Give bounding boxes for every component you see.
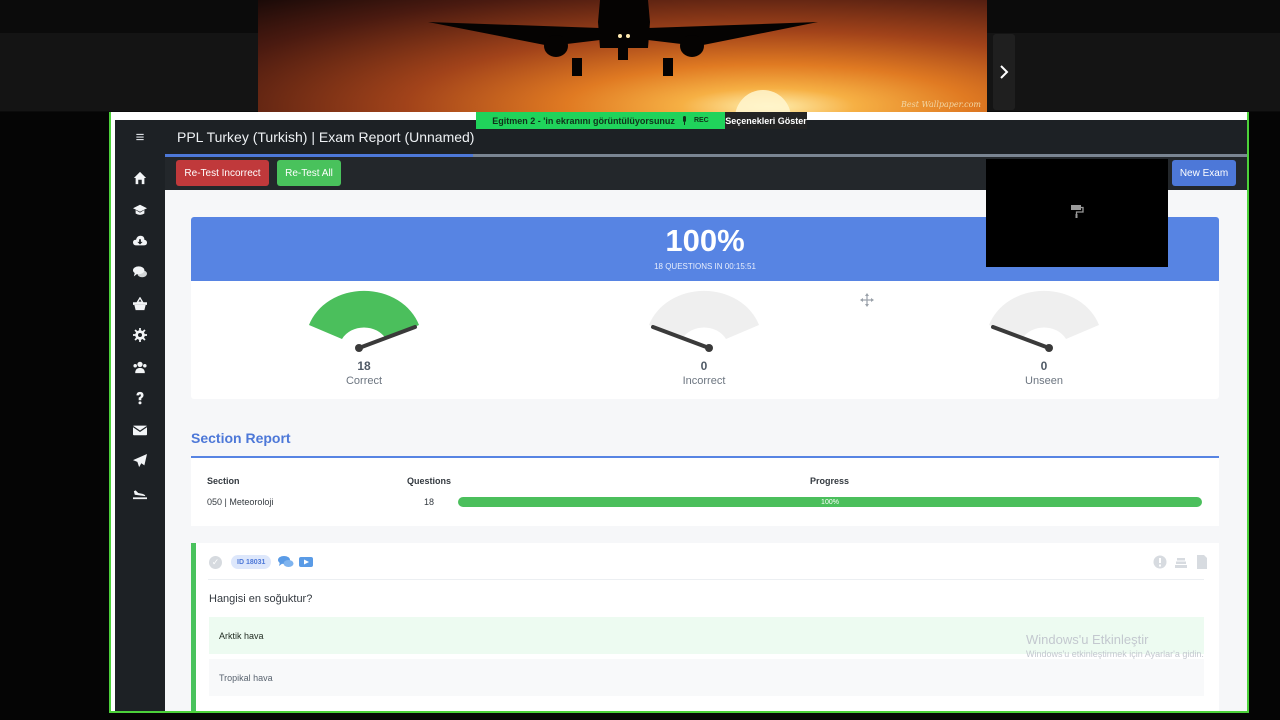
- section-cell: 050 | Meteoroloji: [207, 497, 274, 507]
- question-card: ✓ ID 18031 Hangisi en soğuktur? Arktik h…: [191, 543, 1219, 711]
- page-title: PPL Turkey (Turkish) | Exam Report (Unna…: [177, 129, 475, 145]
- question-icon[interactable]: [115, 388, 165, 408]
- participant-video-tile[interactable]: [986, 159, 1168, 267]
- microphone-icon: [682, 116, 686, 125]
- sidebar: ≡: [115, 120, 165, 711]
- progress-column-header: Progress: [810, 476, 850, 486]
- graduation-cap-icon[interactable]: [115, 200, 165, 220]
- chevron-right-icon: [1000, 65, 1009, 79]
- comments-icon[interactable]: [115, 262, 165, 282]
- gauge-correct-label: Correct: [345, 375, 383, 387]
- move-cursor-icon: [860, 293, 874, 307]
- gauge-unseen-value: 0: [1040, 359, 1048, 373]
- windows-activation-subtitle: Windows'u etkinleştirmek için Ayarlar'a …: [1026, 649, 1204, 659]
- show-options-button[interactable]: Seçenekleri Göster: [725, 112, 807, 129]
- paper-plane-icon[interactable]: [115, 451, 165, 471]
- layers-icon[interactable]: [1174, 555, 1188, 569]
- section-column-header: Section: [207, 476, 240, 486]
- paint-roller-icon: [1071, 205, 1084, 218]
- users-icon[interactable]: [115, 357, 165, 377]
- gauge-incorrect-dial: [649, 290, 759, 352]
- new-exam-button[interactable]: New Exam: [1172, 160, 1236, 186]
- rec-indicator: REC: [693, 117, 709, 124]
- gear-icon[interactable]: [115, 325, 165, 345]
- document-icon[interactable]: [1195, 555, 1209, 569]
- screen-share-text: Egitmen 2 - 'in ekranını görüntülüyorsun…: [492, 115, 675, 126]
- wallpaper-preview: Best Wallpaper.com: [258, 0, 987, 112]
- retest-incorrect-button[interactable]: Re-Test Incorrect: [176, 160, 269, 186]
- gauge-correct-dial: [309, 290, 419, 352]
- info-icon[interactable]: [1153, 555, 1167, 569]
- question-text: Hangisi en soğuktur?: [209, 593, 313, 605]
- menu-toggle-icon[interactable]: ≡: [115, 129, 165, 146]
- gauge-incorrect-label: Incorrect: [682, 375, 726, 387]
- questions-column-header: Questions: [407, 476, 452, 486]
- gauge-incorrect: 0 Incorrect: [634, 289, 774, 387]
- gauge-incorrect-value: 0: [700, 359, 708, 373]
- comments-icon[interactable]: [278, 555, 294, 569]
- section-report-title: Section Report: [191, 430, 291, 446]
- video-play-icon[interactable]: [299, 555, 313, 569]
- airplane-silhouette: [428, 0, 818, 112]
- gauge-unseen-label: Unseen: [1025, 375, 1063, 387]
- gauge-unseen: 0 Unseen: [974, 289, 1114, 387]
- envelope-icon[interactable]: [115, 420, 165, 440]
- plane-landing-icon[interactable]: [115, 483, 165, 503]
- wallpaper-watermark: Best Wallpaper.com: [900, 100, 981, 109]
- gauge-correct-value: 18: [357, 359, 371, 373]
- question-divider: [208, 579, 1204, 580]
- share-preview-strip: Best Wallpaper.com: [0, 0, 1280, 112]
- windows-activation-title: Windows'u Etkinleştir: [1026, 632, 1149, 647]
- retest-all-button[interactable]: Re-Test All: [277, 160, 341, 186]
- screen-share-banner: Egitmen 2 - 'in ekranını görüntülüyorsun…: [476, 112, 725, 129]
- cloud-download-icon[interactable]: [115, 231, 165, 251]
- section-progress-fill: 100%: [458, 497, 1202, 507]
- section-report-table: Section Questions Progress 050 | Meteoro…: [191, 458, 1219, 526]
- gauge-correct: 18 Correct: [294, 289, 434, 387]
- answer-option[interactable]: Tropikal hava: [209, 659, 1204, 696]
- next-slide-button[interactable]: [993, 34, 1015, 110]
- gauge-unseen-dial: [989, 290, 1099, 352]
- question-id-badge[interactable]: ID 18031: [231, 555, 272, 569]
- check-icon: ✓: [209, 556, 222, 569]
- questions-cell: 18: [424, 497, 435, 507]
- section-progress-bar: 100%: [458, 497, 1202, 507]
- home-icon[interactable]: [115, 168, 165, 188]
- basket-icon[interactable]: [115, 294, 165, 314]
